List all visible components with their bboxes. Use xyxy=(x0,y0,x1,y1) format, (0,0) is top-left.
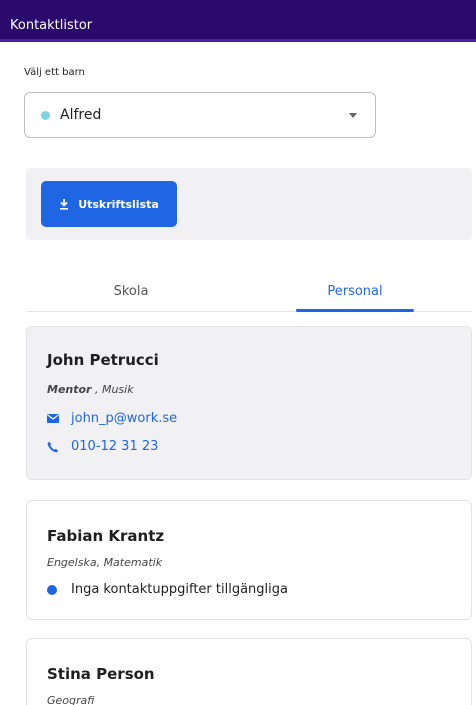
contact-card: Fabian Krantz Engelska, Matematik Inga k… xyxy=(26,500,472,620)
download-icon xyxy=(60,198,69,210)
contact-email: john_p@work.se xyxy=(71,411,178,426)
child-select-label: Välj ett barn xyxy=(24,67,85,78)
contact-name: Stina Person xyxy=(47,665,155,683)
contact-phone: 010-12 31 23 xyxy=(71,439,159,454)
contact-subjects: Engelska, Matematik xyxy=(47,556,163,569)
print-list-button[interactable]: Utskriftslista xyxy=(41,181,177,227)
contact-phone-link[interactable]: 010-12 31 23 xyxy=(47,439,158,454)
page-title: Kontaktlistor xyxy=(10,18,93,33)
print-panel: Utskriftslista xyxy=(26,168,472,240)
contact-role-primary: Mentor xyxy=(47,383,92,396)
child-select-value: Alfred xyxy=(60,107,102,123)
print-list-button-label: Utskriftslista xyxy=(78,197,159,211)
child-select-dropdown[interactable]: Alfred xyxy=(24,92,376,138)
active-tab-indicator xyxy=(296,309,414,312)
contact-role: Mentor , Musik xyxy=(47,383,134,396)
contact-card: Stina Person Geografi xyxy=(26,638,472,705)
contact-card: John Petrucci Mentor , Musik john_p@work… xyxy=(26,326,472,480)
contact-tabs: Skola Personal xyxy=(26,270,472,312)
contact-role-rest: , Musik xyxy=(91,383,134,396)
child-color-dot xyxy=(41,110,50,120)
page-header: Kontaktlistor xyxy=(0,0,476,42)
contact-subjects: Geografi xyxy=(47,694,95,705)
phone-icon xyxy=(47,441,58,452)
contact-name: John Petrucci xyxy=(47,351,159,369)
tab-personal[interactable]: Personal xyxy=(296,284,414,299)
no-contact-text: Inga kontaktuppgifter tillgängliga xyxy=(71,582,288,597)
chevron-down-icon xyxy=(349,113,357,118)
info-dot-icon xyxy=(47,584,57,595)
contact-email-link[interactable]: john_p@work.se xyxy=(47,411,177,426)
mail-icon xyxy=(47,414,59,423)
contact-name: Fabian Krantz xyxy=(47,527,165,545)
no-contact-info: Inga kontaktuppgifter tillgängliga xyxy=(47,582,288,597)
tab-skola[interactable]: Skola xyxy=(86,284,176,299)
